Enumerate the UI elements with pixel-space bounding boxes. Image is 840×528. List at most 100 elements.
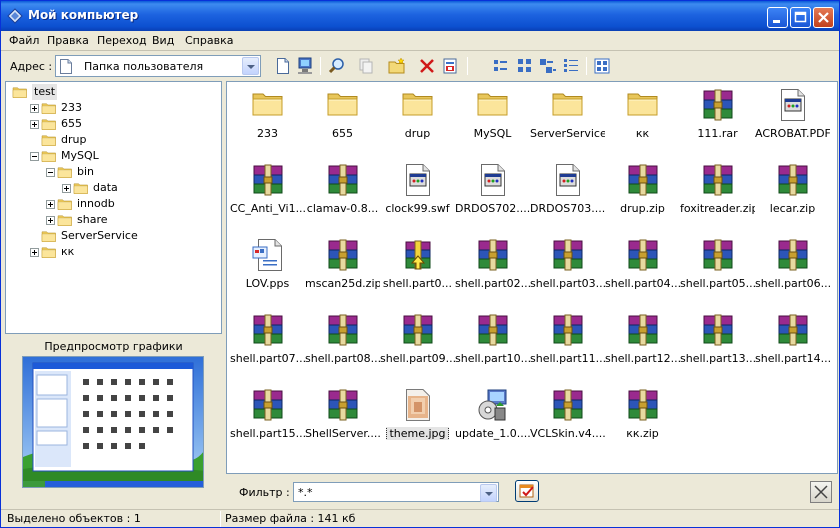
collapse-icon[interactable] [30,152,39,161]
title-bar[interactable]: Мой компьютер [1,1,839,31]
file-item[interactable]: shell.part15.... [230,384,305,450]
close-button[interactable] [813,7,834,28]
tree-item[interactable]: кк [6,244,221,260]
tree-item-label: ServerService [61,229,138,242]
file-item[interactable]: кк.zip [605,384,680,450]
expand-icon[interactable] [46,200,55,209]
file-item[interactable]: shell.part02... [455,234,530,300]
file-item[interactable]: shell.part13.... [680,309,755,375]
tree-item[interactable]: data [6,180,221,196]
folder-icon [551,88,585,122]
file-item[interactable]: LOV.pps [230,234,305,300]
expand-icon[interactable] [46,216,55,225]
file-item[interactable]: VCLSkin.v4.... [530,384,605,450]
document-icon [401,163,435,197]
properties-icon[interactable] [440,56,460,76]
tree-item[interactable]: MySQL [6,148,221,164]
large-icons-view-icon[interactable] [491,56,511,76]
file-item[interactable]: shell.part05.... [680,234,755,300]
file-item[interactable]: shell.part10.... [455,309,530,375]
file-item[interactable]: mscan25d.zip [305,234,380,300]
clear-filter-button[interactable] [810,481,832,503]
file-item[interactable]: ShellServer.... [305,384,380,450]
file-item[interactable]: DRDOS702.... [455,159,530,225]
file-name-text: 655 [332,127,353,140]
tree-item[interactable]: ServerService [6,228,221,244]
tree-item[interactable]: 233 [6,100,221,116]
file-item[interactable]: shell.part04.... [605,234,680,300]
file-item[interactable]: drup.zip [605,159,680,225]
file-name-text: shell.part12.... [605,352,680,365]
small-icons-view-icon[interactable] [515,56,535,76]
file-item[interactable]: update_1.0.... [455,384,530,450]
address-combobox[interactable]: Папка пользователя [55,55,261,77]
file-name: DRDOS702.... [455,202,530,215]
tree-item[interactable]: test [6,84,221,100]
file-item[interactable]: shell.part12.... [605,309,680,375]
new-folder-icon[interactable] [387,56,407,76]
tree-item[interactable]: innodb [6,196,221,212]
file-item[interactable]: clamav-0.8... [305,159,380,225]
expand-icon[interactable] [62,184,71,193]
tree-item[interactable]: bin [6,164,221,180]
file-item[interactable]: shell.part06.... [755,234,830,300]
folder-tree[interactable]: test 233 655 drup MySQL bin data innodb share Ser… [5,81,222,334]
file-item[interactable]: drup [380,84,455,150]
delete-icon[interactable] [417,56,437,76]
file-item[interactable]: DRDOS703.... [530,159,605,225]
menu-help[interactable]: Справка [185,34,233,47]
details-view-icon[interactable] [561,56,581,76]
expand-icon[interactable] [30,120,39,129]
filter-value: *.* [298,486,313,499]
tree-item[interactable]: drup [6,132,221,148]
collapse-icon[interactable] [46,168,55,177]
file-item[interactable]: ServerService [530,84,605,150]
expand-icon[interactable] [30,104,39,113]
filter-combobox[interactable]: *.* [293,482,499,502]
new-doc-icon[interactable] [273,56,293,76]
minimize-button[interactable] [767,7,788,28]
file-item[interactable]: shell.part14.... [755,309,830,375]
file-item[interactable]: 655 [305,84,380,150]
file-list[interactable]: 233 655 drup MySQL ServerService кк 111.rar ACR… [226,81,838,474]
file-item[interactable]: foxitreader.zip [680,159,755,225]
filter-bar: Фильтр : *.* [226,477,838,507]
file-item[interactable]: shell.part0... [380,234,455,300]
tree-item[interactable]: share [6,212,221,228]
file-item[interactable]: shell.part09.... [380,309,455,375]
file-item[interactable]: theme.jpg [380,384,455,450]
file-item[interactable]: CC_Anti_Vi1... [230,159,305,225]
file-name-text: drup [404,127,431,140]
menu-go[interactable]: Переход [97,34,147,47]
apply-filter-button[interactable] [515,480,539,502]
menu-edit[interactable]: Правка [47,34,89,47]
computer-icon[interactable] [295,56,315,76]
file-item[interactable]: MySQL [455,84,530,150]
list-view-icon[interactable] [538,56,558,76]
file-item[interactable]: shell.part03.... [530,234,605,300]
menu-file[interactable]: Файл [9,34,39,47]
file-item[interactable]: clock99.swf [380,159,455,225]
folder-icon [57,197,73,211]
menu-view[interactable]: Вид [152,34,174,47]
maximize-button[interactable] [790,7,811,28]
copy-icon[interactable] [356,56,376,76]
search-icon[interactable] [327,56,347,76]
file-item[interactable]: ACROBAT.PDF [755,84,830,150]
file-name-text: LOV.pps [245,277,290,290]
address-dropdown-button[interactable] [242,57,259,75]
thumbnails-view-icon[interactable] [592,56,612,76]
tree-item-label: кк [61,245,75,258]
file-name-text: ServerService [530,127,605,140]
file-item[interactable]: 233 [230,84,305,150]
tree-item[interactable]: 655 [6,116,221,132]
file-item[interactable]: shell.part11.... [530,309,605,375]
file-item[interactable]: 111.rar [680,84,755,150]
filter-dropdown-button[interactable] [480,484,497,502]
file-item[interactable]: lecar.zip [755,159,830,225]
file-name: shell.part14.... [755,352,830,365]
file-item[interactable]: shell.part08.... [305,309,380,375]
expand-icon[interactable] [30,248,39,257]
file-item[interactable]: shell.part07.... [230,309,305,375]
file-item[interactable]: кк [605,84,680,150]
